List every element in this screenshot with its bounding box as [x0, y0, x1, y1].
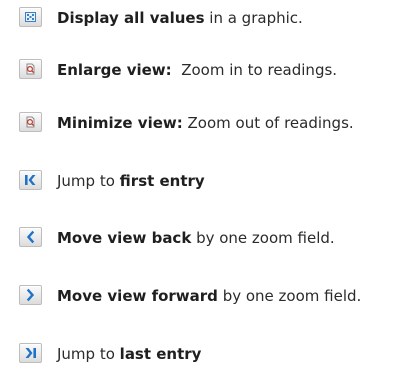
enlarge-view-icon[interactable] [19, 59, 42, 79]
legend-text-move-back: Move view back by one zoom field. [57, 229, 335, 247]
legend-row-move-back: Move view back by one zoom field. [0, 227, 404, 255]
legend-row-jump-first: Jump to first entry [0, 170, 404, 198]
move-back-icon[interactable] [19, 227, 42, 247]
legend-row-display-all: Display all values in a graphic. [0, 7, 404, 35]
legend-text-jump-first: Jump to first entry [57, 172, 205, 190]
legend-text-jump-last: Jump to last entry [57, 345, 202, 363]
jump-last-icon[interactable] [19, 343, 42, 363]
legend-row-jump-last: Jump to last entry [0, 343, 404, 371]
legend-text-minimize-view: Minimize view: Zoom out of readings. [57, 114, 354, 132]
legend-row-minimize-view: Minimize view: Zoom out of readings. [0, 112, 404, 140]
legend-text-move-forward: Move view forward by one zoom field. [57, 287, 362, 305]
minimize-view-icon[interactable] [19, 112, 42, 132]
legend-text-enlarge-view: Enlarge view: Zoom in to readings. [57, 61, 338, 79]
legend-text-display-all: Display all values in a graphic. [57, 9, 303, 27]
move-forward-icon[interactable] [19, 285, 42, 305]
legend-row-move-forward: Move view forward by one zoom field. [0, 285, 404, 313]
legend-row-enlarge-view: Enlarge view: Zoom in to readings. [0, 59, 404, 87]
jump-first-icon[interactable] [19, 170, 42, 190]
display-all-values-icon[interactable] [19, 7, 42, 27]
